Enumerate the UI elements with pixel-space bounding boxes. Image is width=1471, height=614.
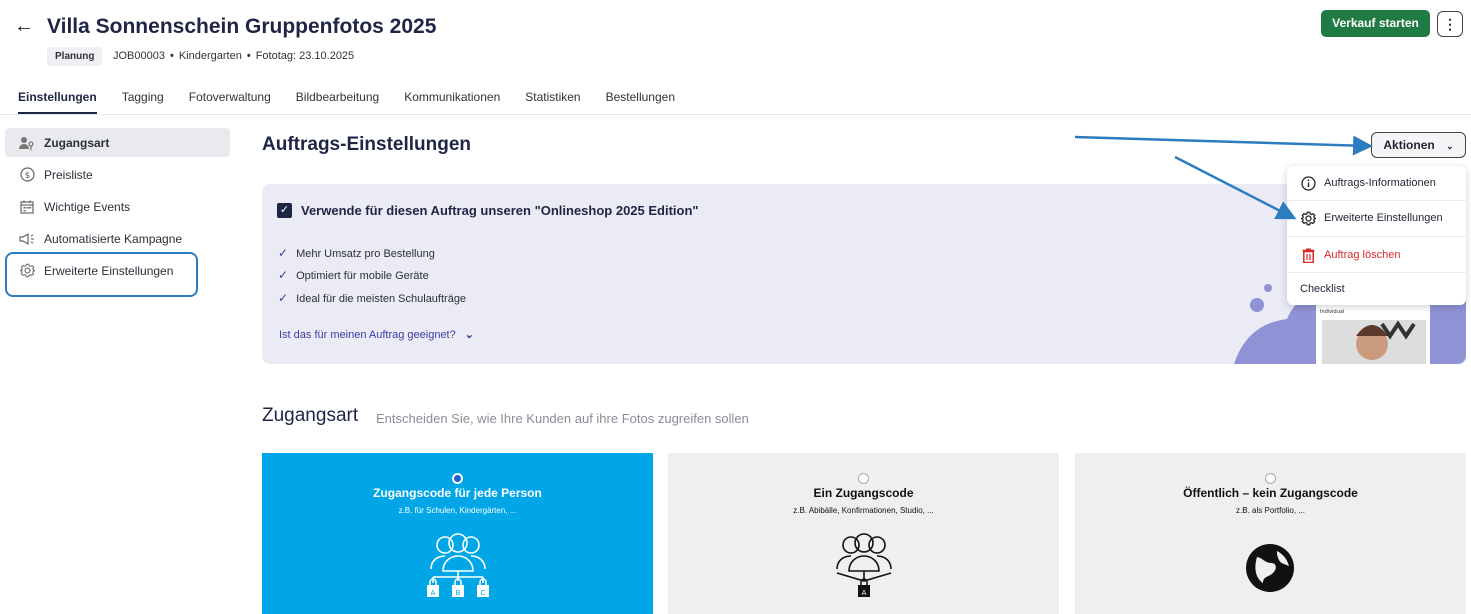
megaphone-icon: [19, 231, 35, 247]
back-arrow-icon[interactable]: ←: [14, 15, 34, 38]
start-sale-button[interactable]: Verkauf starten: [1321, 10, 1430, 37]
radio-selected[interactable]: [452, 473, 463, 484]
menu-divider: [1287, 236, 1466, 237]
sidebar-item-label: Wichtige Events: [44, 199, 131, 214]
sidebar-item-zugangsart[interactable]: Zugangsart: [5, 128, 230, 157]
card-subtitle: z.B. als Portfolio, ...: [1236, 506, 1305, 515]
onlineshop-checkbox[interactable]: ✓: [277, 203, 292, 218]
svg-text:Individual: Individual: [1320, 309, 1344, 315]
tab-einstellungen[interactable]: Einstellungen: [18, 90, 97, 114]
tab-divider: [0, 114, 1471, 115]
tab-fotoverwaltung[interactable]: Fotoverwaltung: [189, 90, 271, 114]
info-icon: [1300, 175, 1316, 191]
gear-icon: [1300, 210, 1316, 226]
svg-text:A: A: [431, 589, 436, 597]
svg-text:C: C: [481, 589, 486, 597]
tab-kommunikationen[interactable]: Kommunikationen: [404, 90, 500, 114]
card-title: Öffentlich – kein Zugangscode: [1183, 486, 1358, 500]
feature-item: ✓ Ideal für die meisten Schulaufträge: [278, 291, 467, 305]
tab-bildbearbeitung[interactable]: Bildbearbeitung: [296, 90, 379, 114]
check-icon: ✓: [278, 268, 289, 282]
trash-icon: [1300, 247, 1316, 263]
section-title: Zugangsart: [262, 405, 359, 426]
page-title: Villa Sonnenschein Gruppenfotos 2025: [47, 15, 437, 38]
job-meta: JOB00003 • Kindergarten • Fototag: 23.10.202…: [113, 50, 355, 62]
job-category: Kindergarten: [178, 50, 242, 62]
svg-text:$: $: [24, 171, 30, 181]
card-subtitle: z.B. für Schulen, Kindergärten, ...: [398, 506, 517, 515]
menu-item-checklist[interactable]: Checklist: [1287, 272, 1466, 306]
section-subtitle: Entscheiden Sie, wie Ihre Kunden auf ihr…: [376, 411, 749, 426]
actions-button[interactable]: Aktionen ⌄: [1371, 132, 1466, 158]
svg-text:B: B: [456, 589, 461, 597]
photo-day: Fototag: 23.10.2025: [255, 50, 355, 62]
card-title: Zugangscode für jede Person: [373, 486, 542, 500]
sidebar-item-automatisierte-kampagne[interactable]: Automatisierte Kampagne: [5, 224, 230, 253]
menu-item-auftrag-loeschen[interactable]: Auftrag löschen: [1287, 238, 1466, 272]
users-key-icon: [19, 135, 35, 151]
svg-text:A: A: [862, 589, 867, 597]
access-card-per-person[interactable]: Zugangscode für jede Person z.B. für Sch…: [262, 453, 653, 614]
dollar-icon: $: [19, 167, 35, 183]
onlineshop-checkbox-label: Verwende für diesen Auftrag unseren "Onl…: [301, 203, 699, 218]
menu-item-erweiterte-einstellungen[interactable]: Erweiterte Einstellungen: [1287, 201, 1466, 235]
tab-tagging[interactable]: Tagging: [122, 90, 164, 114]
feature-item: ✓ Mehr Umsatz pro Bestellung: [278, 246, 435, 260]
check-icon: ✓: [278, 246, 289, 260]
sidebar-item-wichtige-events[interactable]: Wichtige Events: [5, 192, 230, 221]
access-card-single-code[interactable]: Ein Zugangscode z.B. Abibälle, Konfirmat…: [668, 453, 1059, 614]
more-options-icon[interactable]: ⋮: [1437, 11, 1463, 37]
sidebar-item-label: Zugangsart: [44, 135, 110, 150]
radio-unselected[interactable]: [858, 473, 869, 484]
sidebar-item-label: Automatisierte Kampagne: [44, 231, 183, 246]
menu-item-auftrags-informationen[interactable]: Auftrags-Informationen: [1287, 166, 1466, 200]
calendar-icon: [19, 199, 35, 215]
check-icon: ✓: [278, 291, 289, 305]
group-single-code-icon: A: [836, 533, 892, 597]
sidebar-item-label: Preisliste: [44, 167, 93, 182]
status-badge: Planung: [47, 47, 103, 66]
sidebar-item-preisliste[interactable]: $ Preisliste: [5, 160, 230, 189]
chevron-down-icon: ⌄: [464, 329, 475, 341]
tab-bar: Einstellungen Tagging Fotoverwaltung Bil…: [18, 90, 700, 114]
feature-item: ✓ Optimiert für mobile Geräte: [278, 268, 429, 282]
globe-icon: [1246, 544, 1294, 592]
card-subtitle: z.B. Abibälle, Konfirmationen, Studio, .…: [793, 506, 934, 515]
highlight-box: [5, 252, 198, 297]
radio-unselected[interactable]: [1265, 473, 1276, 484]
arrow-to-actions: [1074, 135, 1373, 156]
section-heading: Auftrags-Einstellungen: [262, 134, 472, 155]
suitability-link[interactable]: Ist das für meinen Auftrag geeignet? ⌄: [279, 328, 474, 341]
group-multiple-codes-icon: A B C: [427, 533, 489, 597]
tab-bestellungen[interactable]: Bestellungen: [606, 90, 675, 114]
access-card-public[interactable]: Öffentlich – kein Zugangscode z.B. als P…: [1075, 453, 1466, 614]
actions-button-label: Aktionen: [1383, 138, 1435, 152]
tab-statistiken[interactable]: Statistiken: [525, 90, 580, 114]
chevron-down-icon: ⌄: [1446, 141, 1454, 151]
card-title: Ein Zugangscode: [813, 486, 914, 500]
job-id: JOB00003: [113, 50, 165, 62]
